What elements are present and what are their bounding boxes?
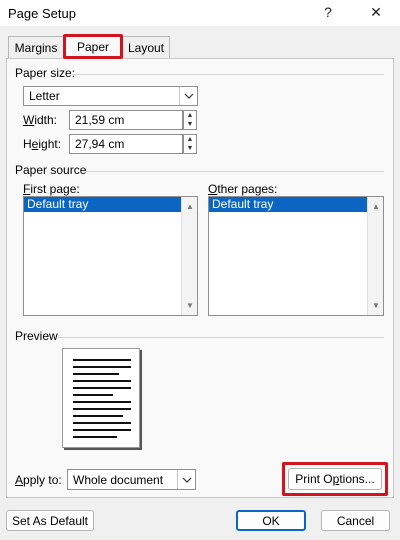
cancel-button[interactable]: Cancel bbox=[321, 510, 390, 531]
width-spinner[interactable]: ▲ ▼ bbox=[183, 110, 197, 130]
apply-to-select[interactable]: Whole document bbox=[67, 469, 196, 490]
page-preview bbox=[62, 348, 140, 448]
close-icon: ✕ bbox=[370, 3, 382, 20]
tab-label: Layout bbox=[127, 40, 165, 55]
preview-line bbox=[73, 380, 131, 382]
preview-line bbox=[73, 401, 131, 403]
preview-line bbox=[73, 422, 131, 424]
preview-line bbox=[73, 359, 131, 361]
apply-to-value: Whole document bbox=[73, 472, 164, 487]
list-item-default-tray[interactable]: Default tray bbox=[24, 197, 181, 212]
scroll-down-icon[interactable]: ▼ bbox=[186, 301, 194, 310]
tab-margins[interactable]: Margins bbox=[8, 36, 64, 58]
separator bbox=[58, 337, 384, 338]
preview-line bbox=[73, 366, 131, 368]
preview-line bbox=[73, 387, 131, 389]
height-spinner[interactable]: ▲ ▼ bbox=[183, 134, 197, 154]
spin-down-icon[interactable]: ▼ bbox=[184, 120, 196, 129]
preview-line bbox=[73, 436, 117, 438]
separator bbox=[72, 74, 384, 75]
help-button[interactable]: ? bbox=[312, 0, 344, 24]
help-icon: ? bbox=[324, 4, 332, 20]
scroll-up-icon[interactable]: ▲ bbox=[186, 202, 194, 211]
preview-line bbox=[73, 408, 131, 410]
chevron-down-icon[interactable] bbox=[179, 87, 197, 105]
tab-label: Margins bbox=[14, 40, 58, 55]
preview-line bbox=[73, 415, 123, 417]
ok-button[interactable]: OK bbox=[236, 510, 306, 531]
paper-size-value: Letter bbox=[29, 89, 60, 103]
separator bbox=[86, 171, 384, 172]
tab-label: Paper bbox=[76, 39, 110, 54]
spin-down-icon[interactable]: ▼ bbox=[184, 144, 196, 153]
paper-size-label: Paper size: bbox=[15, 66, 76, 80]
width-field[interactable]: 21,59 cm bbox=[69, 110, 183, 130]
paper-source-label: Paper source bbox=[15, 163, 87, 177]
tab-paper[interactable]: Paper bbox=[63, 34, 123, 59]
tab-layout[interactable]: Layout bbox=[122, 36, 170, 58]
paper-size-select[interactable]: Letter bbox=[23, 86, 198, 106]
height-value: 27,94 cm bbox=[75, 137, 125, 151]
ok-label: OK bbox=[262, 513, 280, 528]
other-pages-list[interactable]: Default tray ▲ ▼ bbox=[208, 196, 384, 316]
window-title: Page Setup bbox=[8, 6, 76, 21]
scroll-down-icon[interactable]: ▼ bbox=[372, 301, 380, 310]
title-bar: Page Setup ? ✕ bbox=[0, 0, 400, 26]
close-button[interactable]: ✕ bbox=[360, 0, 392, 24]
spin-up-icon[interactable]: ▲ bbox=[184, 135, 196, 144]
preview-line bbox=[73, 394, 113, 396]
chevron-down-icon[interactable] bbox=[177, 470, 195, 489]
list-item-default-tray[interactable]: Default tray bbox=[209, 197, 367, 212]
scroll-up-icon[interactable]: ▲ bbox=[372, 202, 380, 211]
apply-to-label: Apply to: bbox=[15, 473, 62, 487]
spin-up-icon[interactable]: ▲ bbox=[184, 111, 196, 120]
print-options-label: Print Options... bbox=[295, 472, 375, 486]
preview-line bbox=[73, 373, 119, 375]
preview-label: Preview bbox=[15, 329, 58, 343]
height-field[interactable]: 27,94 cm bbox=[69, 134, 183, 154]
set-as-default-button[interactable]: Set As Default bbox=[6, 510, 94, 531]
height-label: Height: bbox=[23, 137, 62, 151]
first-page-label: First page: bbox=[23, 182, 80, 196]
set-as-default-label: Set As Default bbox=[11, 513, 89, 528]
width-label: Width: bbox=[23, 113, 58, 127]
scrollbar[interactable]: ▲ ▼ bbox=[367, 197, 383, 315]
print-options-button[interactable]: Print Options... bbox=[288, 468, 382, 490]
first-page-list[interactable]: Default tray ▲ ▼ bbox=[23, 196, 198, 316]
other-pages-label: Other pages: bbox=[208, 182, 278, 196]
preview-line bbox=[73, 429, 131, 431]
scrollbar[interactable]: ▲ ▼ bbox=[181, 197, 197, 315]
width-value: 21,59 cm bbox=[75, 113, 125, 127]
cancel-label: Cancel bbox=[336, 513, 375, 528]
